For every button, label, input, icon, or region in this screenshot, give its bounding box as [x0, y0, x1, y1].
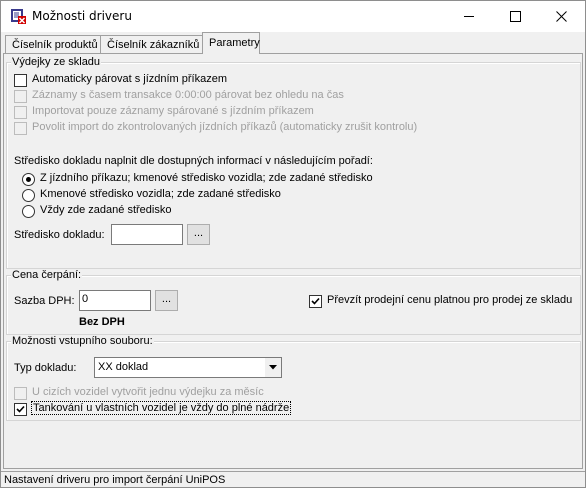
stredisko-dokladu-label: Středisko dokladu:	[14, 229, 105, 241]
group-vydejky: Výdejky ze skladu Automaticky párovat s …	[6, 56, 581, 269]
sk-app-icon	[11, 9, 26, 24]
tab-ciselnik-produktu[interactable]: Číselník produktů	[5, 35, 101, 54]
checkmark-icon	[311, 297, 320, 305]
checkbox-zaznamy-cas[interactable]: Záznamy s časem transakce 0:00:00 párova…	[14, 89, 414, 103]
radio-circle[interactable]	[22, 173, 35, 186]
dialog-window: Možnosti driveru Číselník produktů Čísel…	[0, 0, 586, 488]
status-bar: Nastavení driveru pro import čerpání Uni…	[1, 471, 585, 487]
tab-label: Číselník produktů	[12, 39, 98, 51]
group-cena: Cena čerpání: Sazba DPH: 0 ... Bez DPH P…	[6, 269, 581, 335]
maximize-button[interactable]	[493, 1, 539, 32]
checkbox-tankovani-plne-nadrze[interactable]: Tankování u vlastních vozidel je vždy do…	[14, 401, 304, 416]
checkbox-label-text: Tankování u vlastních vozidel je vždy do…	[30, 401, 292, 415]
tab-parametry[interactable]: Parametry	[202, 32, 260, 54]
status-text: Nastavení driveru pro import čerpání Uni…	[4, 474, 226, 486]
close-icon	[556, 11, 567, 22]
radio-vzdy-zde-zadane[interactable]: Vždy zde zadané středisko	[22, 204, 422, 218]
dropdown-button[interactable]	[264, 358, 281, 377]
minimize-icon	[464, 16, 474, 17]
radio-circle[interactable]	[22, 189, 35, 202]
stredisko-heading: Středisko dokladu naplnit dle dostupných…	[14, 155, 373, 167]
tab-label: Parametry	[209, 37, 260, 49]
checkbox-label: Záznamy s časem transakce 0:00:00 párova…	[32, 89, 344, 101]
radio-label: Z jízdního příkazu; kmenové středisko vo…	[40, 172, 373, 184]
window-title: Možnosti driveru	[32, 9, 132, 23]
checkbox-box[interactable]	[14, 387, 27, 400]
checkbox-cizich-vozidel[interactable]: U cizích vozidel vytvořit jednu výdejku …	[14, 386, 274, 400]
maximize-icon	[510, 11, 521, 22]
checkbox-box[interactable]	[14, 122, 27, 135]
bez-dph-text: Bez DPH	[79, 316, 125, 328]
sazba-dph-label: Sazba DPH:	[14, 295, 75, 307]
tab-panel-parametry: Výdejky ze skladu Automaticky párovat s …	[3, 53, 583, 469]
checkbox-label: Importovat pouze záznamy spárované s jíz…	[32, 105, 314, 117]
checkbox-box[interactable]	[14, 106, 27, 119]
radio-circle[interactable]	[22, 205, 35, 218]
checkmark-icon	[16, 405, 25, 413]
group-cena-label: Cena čerpání:	[11, 269, 83, 281]
radio-z-jizdniho-prikazu[interactable]: Z jízdního příkazu; kmenové středisko vo…	[22, 172, 422, 186]
group-moznosti: Možnosti vstupního souboru: Typ dokladu:…	[6, 335, 581, 421]
radio-label: Kmenové středisko vozidla; zde zadané st…	[40, 188, 281, 200]
checkbox-box[interactable]	[14, 90, 27, 103]
group-moznosti-label: Možnosti vstupního souboru:	[11, 335, 154, 347]
checkbox-box[interactable]	[14, 74, 27, 87]
checkbox-povolit-import[interactable]: Povolit import do zkontrolovaných jízdní…	[14, 121, 434, 135]
radio-kmenove-stredisko[interactable]: Kmenové středisko vozidla; zde zadané st…	[22, 188, 422, 202]
typ-dokladu-label: Typ dokladu:	[14, 362, 77, 374]
title-bar[interactable]: Možnosti driveru	[1, 1, 585, 32]
checkbox-label: U cizích vozidel vytvořit jednu výdejku …	[32, 386, 264, 398]
checkbox-prevzit-prodejni-cenu[interactable]: Převzít prodejní cenu platnou pro prodej…	[309, 294, 579, 308]
typ-dokladu-select[interactable]: XX doklad	[94, 357, 282, 378]
checkbox-box[interactable]	[14, 403, 27, 416]
stredisko-browse-button[interactable]: ...	[187, 224, 210, 245]
tab-strip: Číselník produktů Číselník zákazníků Par…	[3, 32, 583, 54]
checkbox-box[interactable]	[309, 295, 322, 308]
typ-dokladu-value: XX doklad	[98, 361, 149, 373]
stredisko-dokladu-input[interactable]	[111, 224, 183, 245]
checkbox-label: Povolit import do zkontrolovaných jízdní…	[32, 121, 418, 133]
checkbox-importovat-sparovane[interactable]: Importovat pouze záznamy spárované s jíz…	[14, 105, 414, 119]
checkbox-label: Převzít prodejní cenu platnou pro prodej…	[327, 294, 573, 306]
group-vydejky-label: Výdejky ze skladu	[11, 56, 102, 68]
checkbox-automaticky-parovat[interactable]: Automaticky párovat s jízdním příkazem	[14, 73, 414, 87]
radio-label: Vždy zde zadané středisko	[40, 204, 172, 216]
chevron-down-icon	[269, 365, 277, 370]
close-button[interactable]	[539, 1, 585, 32]
tab-ciselnik-zakazniku[interactable]: Číselník zákazníků	[100, 35, 203, 54]
checkbox-label: Automaticky párovat s jízdním příkazem	[32, 73, 228, 85]
sazba-browse-button[interactable]: ...	[155, 290, 178, 311]
minimize-button[interactable]	[447, 1, 493, 32]
checkbox-label: Tankování u vlastních vozidel je vždy do…	[30, 401, 292, 415]
tab-label: Číselník zákazníků	[107, 39, 200, 51]
sazba-dph-input[interactable]: 0	[79, 290, 151, 311]
